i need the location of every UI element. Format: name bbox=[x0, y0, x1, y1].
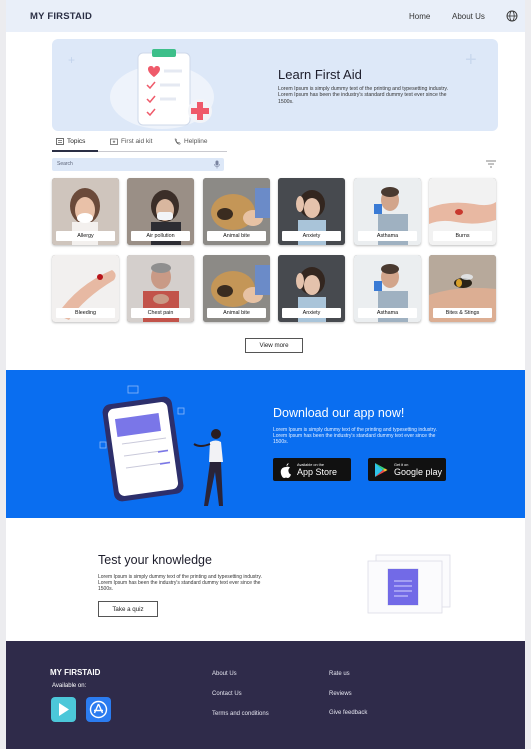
card-label: Animal bite bbox=[207, 308, 266, 318]
card-label: Anxiety bbox=[282, 231, 341, 241]
topic-card-bleeding[interactable]: Bleeding bbox=[52, 255, 119, 322]
topic-card-anxiety[interactable]: Anxiety bbox=[278, 178, 345, 245]
nav-home-link[interactable]: Home bbox=[409, 12, 430, 21]
documents-illustration bbox=[367, 554, 451, 614]
footer: MY FIRSTAID Available on: About Us Conta… bbox=[6, 641, 525, 749]
microphone-icon[interactable] bbox=[214, 160, 220, 169]
google-play-icon bbox=[375, 462, 388, 477]
card-label: Asthama bbox=[358, 231, 417, 241]
page: MY FIRSTAID Home About Us + + Learn Firs… bbox=[0, 0, 531, 749]
view-more-button[interactable]: View more bbox=[245, 338, 303, 353]
apple-icon bbox=[280, 462, 291, 478]
tab-topics-label: Topics bbox=[67, 138, 86, 145]
topic-tabs: Topics First aid kit Helpline bbox=[52, 138, 227, 152]
footer-google-play-button[interactable] bbox=[51, 697, 76, 722]
card-label: Burns bbox=[433, 231, 492, 241]
active-tab-indicator bbox=[52, 150, 98, 152]
quiz-title: Test your knowledge bbox=[98, 553, 212, 567]
search-placeholder: Search bbox=[57, 161, 73, 167]
globe-icon[interactable] bbox=[506, 10, 518, 22]
phone-icon bbox=[174, 138, 181, 145]
first-aid-kit-icon bbox=[110, 138, 118, 145]
footer-app-store-button[interactable] bbox=[86, 697, 111, 722]
topic-card-asthama[interactable]: Asthama bbox=[354, 178, 421, 245]
topic-card-chest-pain[interactable]: Chest pain bbox=[127, 255, 194, 322]
topic-card-bites-stings[interactable]: Bites & Stings bbox=[429, 255, 496, 322]
hero-description: Lorem Ipsum is simply dummy text of the … bbox=[278, 86, 449, 105]
app-store-big-text: App Store bbox=[297, 466, 338, 477]
app-title: Download our app now! bbox=[273, 406, 405, 420]
hero-title: Learn First Aid bbox=[278, 67, 362, 82]
topic-card-allergy[interactable]: Allergy bbox=[52, 178, 119, 245]
card-label: Asthama bbox=[358, 308, 417, 318]
filter-icon[interactable] bbox=[486, 160, 496, 168]
app-store-icon bbox=[89, 700, 108, 719]
app-store-button[interactable]: Available on the App Store bbox=[273, 458, 351, 481]
card-label: Chest pain bbox=[131, 308, 190, 318]
google-play-big-text: Google play bbox=[394, 466, 443, 477]
card-label: Bites & Stings bbox=[433, 308, 492, 318]
topics-icon bbox=[56, 138, 64, 145]
take-quiz-button[interactable]: Take a quiz bbox=[98, 601, 158, 617]
tab-topics[interactable]: Topics bbox=[56, 138, 85, 145]
brand-logo[interactable]: MY FIRSTAID bbox=[30, 11, 92, 22]
phone-illustration bbox=[99, 385, 223, 506]
card-label: Animal bite bbox=[207, 231, 266, 241]
card-label: Allergy bbox=[56, 231, 115, 241]
card-label: Air pollution bbox=[131, 231, 190, 241]
footer-reviews-link[interactable]: Reviews bbox=[329, 691, 352, 697]
hero-banner: + + Learn First Aid Lorem Ipsum is simpl… bbox=[52, 39, 498, 131]
tab-helpline[interactable]: Helpline bbox=[174, 138, 208, 145]
footer-terms-link[interactable]: Terms and conditions bbox=[212, 711, 269, 717]
app-download-section: Download our app now! Lorem Ipsum is sim… bbox=[6, 370, 525, 518]
footer-brand[interactable]: MY FIRSTAID bbox=[50, 668, 100, 677]
search-input[interactable]: Search bbox=[52, 158, 224, 171]
topic-card-animal-bite-2[interactable]: Animal bite bbox=[203, 255, 270, 322]
footer-about-link[interactable]: About Us bbox=[212, 671, 237, 677]
clipboard-illustration bbox=[110, 49, 214, 129]
decor-plus-icon: + bbox=[68, 53, 76, 67]
tab-first-aid-kit[interactable]: First aid kit bbox=[110, 138, 152, 145]
quiz-description: Lorem Ipsum is simply dummy text of the … bbox=[98, 574, 262, 592]
topic-card-air-pollution[interactable]: Air pollution bbox=[127, 178, 194, 245]
footer-rate-link[interactable]: Rate us bbox=[329, 671, 350, 677]
footer-available-label: Available on: bbox=[52, 683, 87, 689]
topic-card-asthama-2[interactable]: Asthama bbox=[354, 255, 421, 322]
decor-plus-icon: + bbox=[465, 49, 477, 71]
topic-card-burns[interactable]: Burns bbox=[429, 178, 496, 245]
topic-card-animal-bite[interactable]: Animal bite bbox=[203, 178, 270, 245]
footer-contact-link[interactable]: Contact Us bbox=[212, 691, 242, 697]
app-description: Lorem Ipsum is simply dummy text of the … bbox=[273, 427, 437, 445]
footer-feedback-link[interactable]: Give feedback bbox=[329, 710, 367, 716]
google-play-icon bbox=[59, 703, 69, 716]
topic-card-anxiety-2[interactable]: Anxiety bbox=[278, 255, 345, 322]
tab-first-aid-kit-label: First aid kit bbox=[121, 138, 153, 145]
card-label: Anxiety bbox=[282, 308, 341, 318]
nav-about-link[interactable]: About Us bbox=[452, 12, 485, 21]
tab-helpline-label: Helpline bbox=[184, 138, 208, 145]
card-label: Bleeding bbox=[56, 308, 115, 318]
google-play-button[interactable]: Get it on Google play bbox=[368, 458, 446, 481]
top-navbar: MY FIRSTAID Home About Us bbox=[6, 0, 525, 32]
